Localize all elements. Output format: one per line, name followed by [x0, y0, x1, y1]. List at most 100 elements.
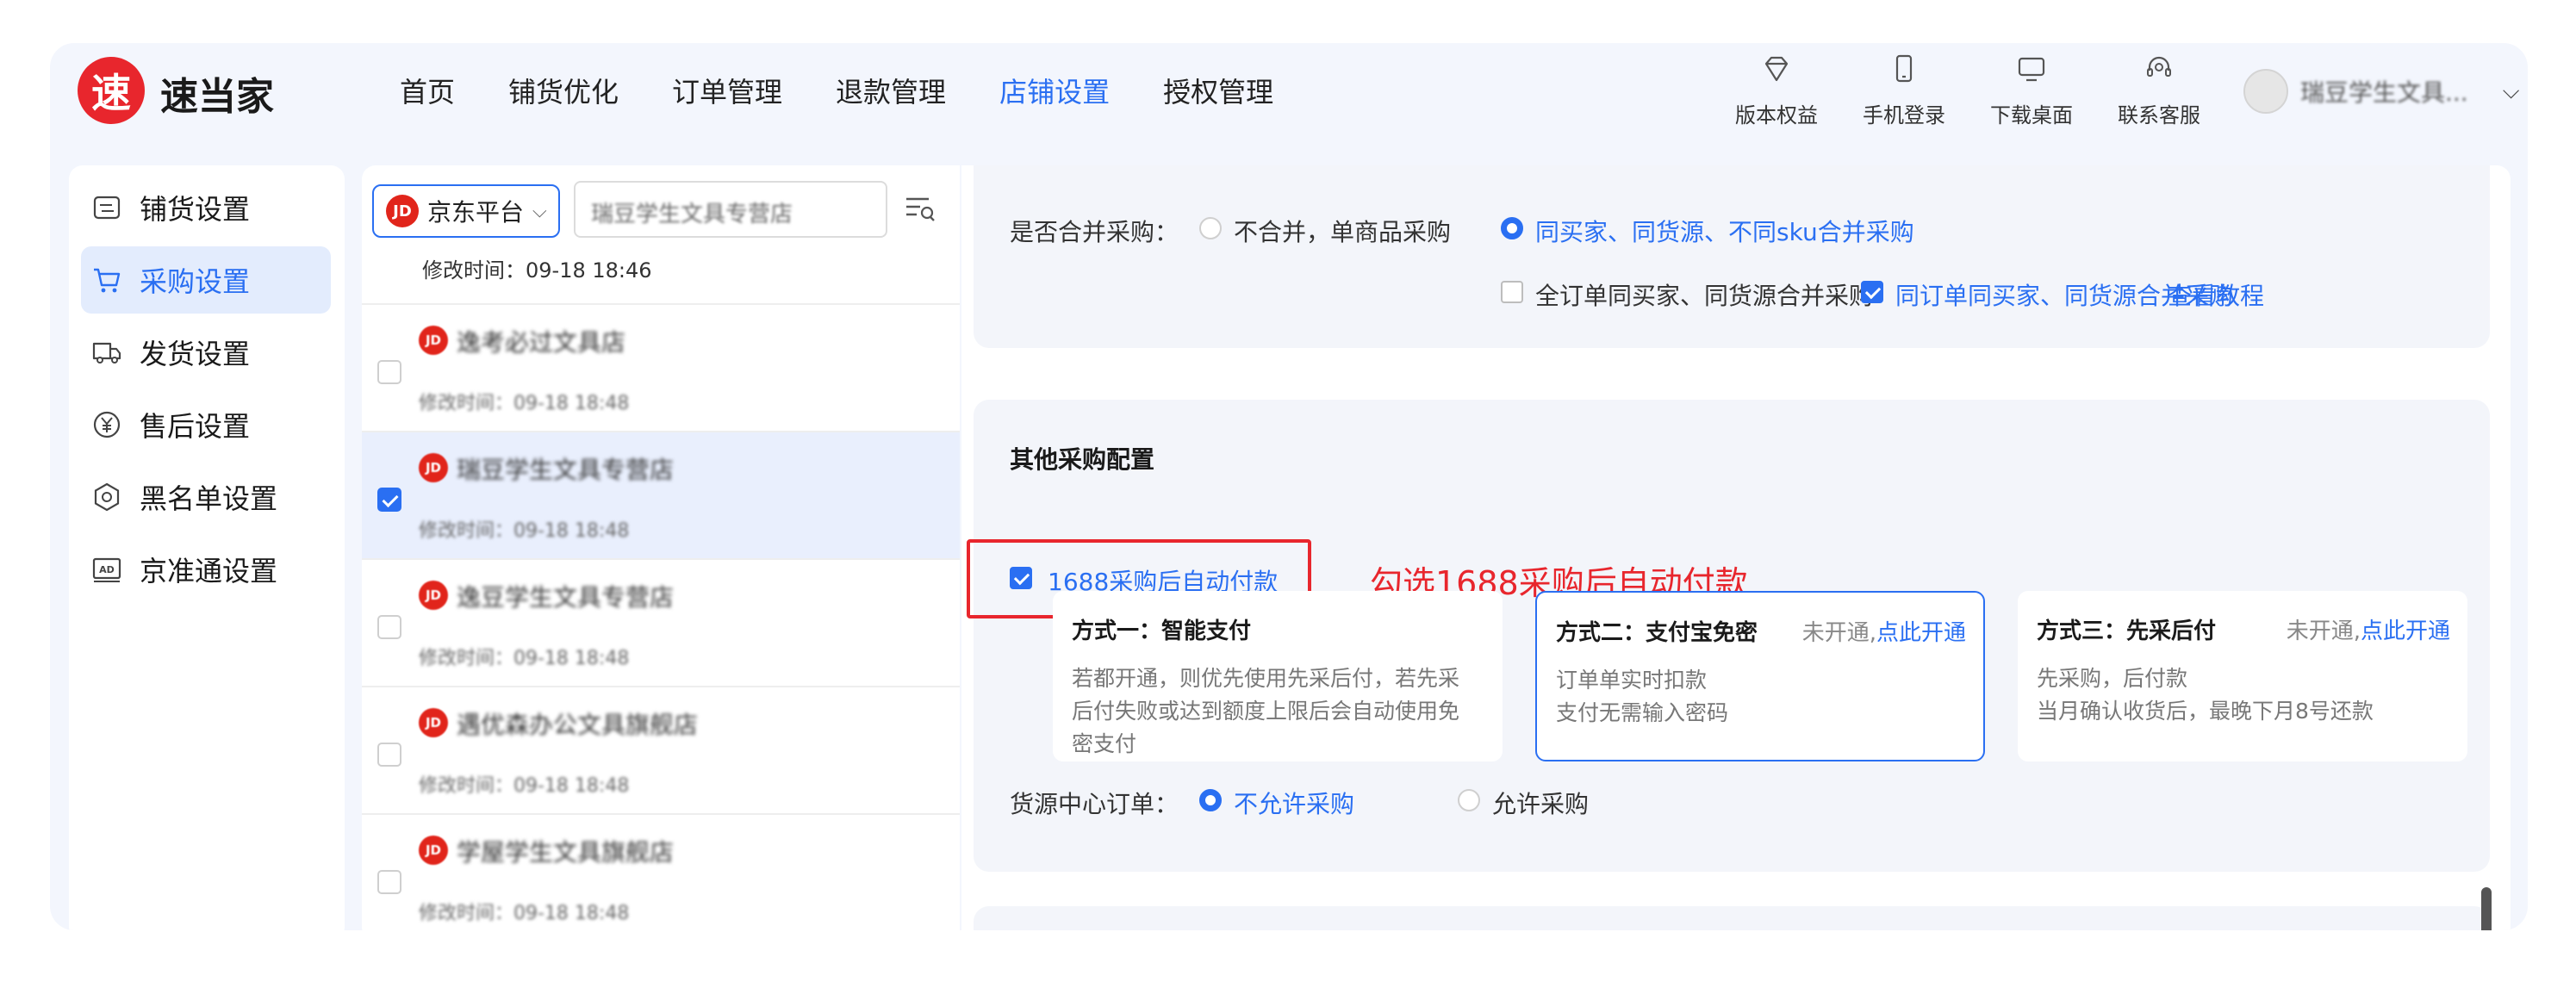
view-tutorial-link[interactable]: 查看教程	[2168, 277, 2264, 312]
open-link[interactable]: 点此开通	[2361, 618, 2450, 644]
store-name: 瑞豆学生文具专营店	[457, 456, 675, 484]
nav-authorization[interactable]: 授权管理	[1163, 71, 1273, 110]
monitor-icon	[2018, 57, 2045, 82]
store-name: 逸考必过文具店	[457, 328, 626, 357]
radio-source-allow[interactable]	[1458, 789, 1480, 811]
radio-merge-same-buyer[interactable]	[1501, 217, 1523, 239]
merge-purchase-card: 是否合并采购： 不合并，单商品采购 同买家、同货源、不同sku合并采购 全订单同…	[974, 165, 2490, 348]
tool-label: 下载桌面	[1990, 103, 2073, 127]
nav-home[interactable]: 首页	[400, 71, 455, 110]
pay-method-pay-later[interactable]: 方式三：先采后付 未开通,点此开通 先采购，后付款 当月确认收货后，最晚下月8号…	[2018, 591, 2467, 761]
sidebar-item-distribution[interactable]: 铺货设置	[81, 174, 331, 241]
pay-method-status: 未开通,点此开通	[1801, 620, 1966, 646]
store-list-panel: JD 京东平台 ⌵ 瑞豆学生文具专营店 修改时间：09-18 18:46 JD …	[362, 165, 960, 930]
truck-icon	[92, 342, 121, 364]
avatar	[2243, 69, 2288, 114]
pay-method-desc: 当月确认收货后，最晚下月8号还款	[2037, 699, 2374, 724]
main-nav: 首页 铺货优化 订单管理 退款管理 店铺设置 授权管理	[400, 71, 1327, 110]
platform-select[interactable]: JD 京东平台 ⌵	[372, 184, 560, 238]
yen-icon	[93, 411, 121, 438]
pay-method-alipay[interactable]: 方式二：支付宝免密 未开通,点此开通 订单单实时扣款 支付无需输入密码	[1535, 591, 1985, 761]
scrollbar[interactable]	[2481, 887, 2492, 930]
list-item[interactable]: JD 逸考必过文具店 修改时间：09-18 18:48	[362, 303, 960, 431]
pay-method-desc: 密支付	[1072, 731, 1137, 756]
pay-method-title: 方式二：支付宝免密	[1556, 620, 1758, 646]
store-name: 遇优森办公文具旗舰店	[457, 711, 699, 739]
radio-source-disallow[interactable]	[1199, 789, 1222, 811]
store-modified-time: 修改时间：09-18 18:48	[419, 648, 630, 669]
sidebar-item-label: 黑名单设置	[140, 482, 278, 515]
checkbox-all-orders-merge[interactable]	[1501, 281, 1523, 303]
chevron-down-icon: ⌵	[532, 200, 547, 222]
store-name: 逸豆学生文具专营店	[457, 583, 675, 612]
list-item[interactable]: JD 学屋学生文具旗舰店 修改时间：09-18 18:48	[362, 813, 960, 930]
ad-icon: AD	[92, 557, 121, 582]
checkbox-same-order-merge[interactable]	[1861, 281, 1883, 303]
store-checkbox[interactable]	[377, 870, 401, 894]
pay-method-desc: 后付失败或达到额度上限后会自动使用免	[1072, 699, 1460, 724]
sidebar-item-after-sales[interactable]: 售后设置	[81, 391, 331, 458]
list-item[interactable]: JD 逸豆学生文具专营店 修改时间：09-18 18:48	[362, 558, 960, 686]
pay-method-status: 未开通,点此开通	[2286, 618, 2450, 644]
tool-label: 联系客服	[2118, 103, 2200, 127]
tool-label: 手机登录	[1863, 103, 1945, 127]
distribution-icon	[93, 196, 121, 220]
checkbox-auto-pay[interactable]	[1010, 567, 1032, 589]
pay-method-title: 方式一：智能支付	[1072, 618, 1252, 644]
jd-logo-icon: JD	[419, 581, 448, 610]
header-tools: 版本权益 手机登录 下载桌面 联系客服	[1713, 52, 2223, 128]
nav-refunds[interactable]: 退款管理	[836, 71, 946, 110]
radio-source-allow-label: 允许采购	[1492, 790, 1590, 818]
open-link[interactable]: 点此开通	[1876, 620, 1966, 646]
phone-icon	[1895, 54, 1913, 83]
jd-logo-icon: JD	[419, 453, 448, 482]
user-name: 瑞豆学生文具...	[2300, 78, 2468, 107]
settings-sidebar: 铺货设置 采购设置 发货设置 售后设置 黑名单设置 AD 京准通设置	[69, 165, 345, 930]
sidebar-item-jingzhuntong[interactable]: AD 京准通设置	[81, 536, 331, 603]
tool-customer-service[interactable]: 联系客服	[2095, 52, 2223, 128]
checkbox-all-orders-merge-label: 全订单同买家、同货源合并采购	[1535, 282, 1874, 310]
store-search-input[interactable]: 瑞豆学生文具专营店	[574, 181, 887, 238]
list-item[interactable]: JD 瑞豆学生文具专营店 修改时间：09-18 18:48	[362, 431, 960, 558]
list-item[interactable]: JD 遇优森办公文具旗舰店 修改时间：09-18 18:48	[362, 686, 960, 813]
tool-label: 版本权益	[1735, 103, 1818, 127]
sidebar-item-shipping[interactable]: 发货设置	[81, 319, 331, 386]
store-checkbox[interactable]	[377, 615, 401, 639]
nav-distribution-optimize[interactable]: 铺货优化	[508, 71, 619, 110]
platform-label: 京东平台	[427, 198, 525, 227]
pay-method-desc: 支付无需输入密码	[1556, 700, 1729, 725]
nav-orders[interactable]: 订单管理	[672, 71, 782, 110]
jd-logo-icon: JD	[419, 708, 448, 737]
store-checkbox[interactable]	[377, 743, 401, 767]
store-search-value: 瑞豆学生文具专营店	[591, 202, 793, 227]
merge-purchase-label: 是否合并采购：	[1010, 218, 1179, 246]
store-modified-time: 修改时间：09-18 18:48	[419, 903, 630, 924]
tool-version-benefits[interactable]: 版本权益	[1713, 52, 1840, 128]
pay-method-title: 方式三：先采后付	[2037, 618, 2217, 644]
filter-search-icon[interactable]	[903, 191, 937, 226]
pay-method-smart[interactable]: 方式一：智能支付 若都开通，则优先使用先采后付，若先采 后付失败或达到额度上限后…	[1053, 591, 1503, 761]
chevron-down-icon[interactable]: ⌵	[2503, 78, 2520, 105]
radio-no-merge[interactable]	[1199, 217, 1222, 239]
store-modified-time: 修改时间：09-18 18:48	[419, 775, 630, 797]
tool-mobile-login[interactable]: 手机登录	[1840, 52, 1968, 128]
svg-text:AD: AD	[99, 564, 115, 575]
user-menu[interactable]: 瑞豆学生文具... ⌵	[2243, 69, 2519, 114]
radio-no-merge-label: 不合并，单商品采购	[1234, 218, 1452, 246]
sidebar-item-label: 铺货设置	[140, 193, 251, 226]
cart-icon	[94, 268, 121, 293]
tool-download-desktop[interactable]: 下载桌面	[1968, 52, 2095, 128]
jd-logo-icon: JD	[419, 326, 448, 355]
top-header: 速 速当家 首页 铺货优化 订单管理 退款管理 店铺设置 授权管理 版本权益 手…	[50, 43, 2528, 164]
brand-name: 速当家	[160, 75, 274, 119]
pay-method-desc: 先采购，后付款	[2037, 666, 2188, 691]
section-title: 其他采购配置	[1010, 445, 1155, 474]
sidebar-item-purchase[interactable]: 采购设置	[81, 246, 331, 314]
store-checkbox[interactable]	[377, 488, 401, 512]
logo-icon: 速	[78, 57, 145, 124]
selected-store-modified-time: 修改时间：09-18 18:46	[422, 258, 652, 283]
pay-method-desc: 若都开通，则优先使用先采后付，若先采	[1072, 666, 1460, 691]
sidebar-item-blacklist[interactable]: 黑名单设置	[81, 463, 331, 531]
nav-store-settings[interactable]: 店铺设置	[999, 71, 1110, 110]
store-checkbox[interactable]	[377, 360, 401, 384]
